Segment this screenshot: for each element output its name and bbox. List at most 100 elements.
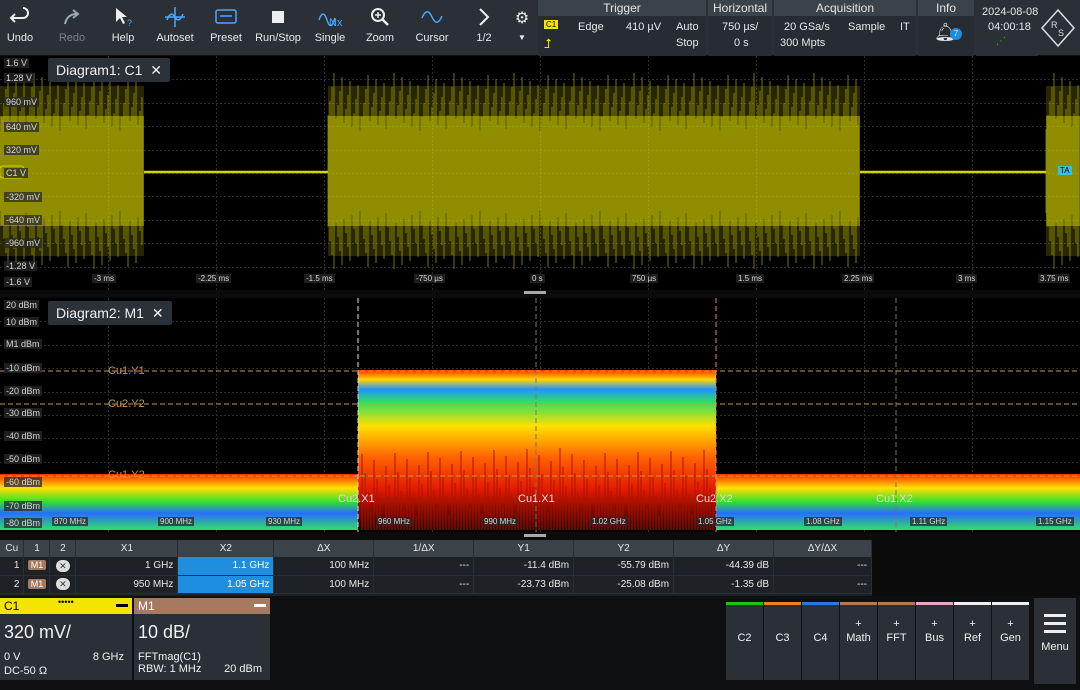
splitter-handle[interactable] (524, 534, 546, 537)
source-badge: M1 (27, 578, 47, 589)
plus-icon: + (969, 618, 976, 630)
button-label: Gen (1000, 632, 1021, 644)
time-text: 04:00:18 (988, 21, 1031, 33)
trigger-mode: Auto (676, 21, 699, 33)
zoom-button[interactable]: Zoom (356, 0, 404, 56)
cell-source2[interactable]: ✕ (49, 557, 77, 576)
cell-source[interactable]: M1 (23, 557, 51, 576)
col-dy-dx: ΔY/ΔX (773, 540, 872, 557)
channel-m1-rbw: RBW: 1 MHz (138, 663, 202, 675)
minimize-icon[interactable] (116, 604, 128, 607)
redo-button[interactable]: Redo (48, 0, 96, 56)
horizontal-title: Horizontal (708, 0, 772, 16)
cell-source2[interactable]: ✕ (49, 575, 77, 594)
minimize-icon[interactable] (254, 604, 266, 607)
diagram1[interactable]: Diagram1: C1 ✕ 1.6 V 1.28 V 960 mV 640 mV 32… (0, 56, 1080, 290)
diagram2-xaxis-label: 1.15 GHz (1036, 517, 1074, 526)
network-icon: ⋰ (996, 36, 1006, 47)
cell-dy: -44.39 dB (673, 557, 774, 576)
sample-rate: 20 GSa/s (784, 21, 830, 33)
help-button[interactable]: ? Help (102, 0, 144, 56)
undo-button[interactable]: Undo (0, 0, 40, 56)
dropdown-icon: ▼ (518, 33, 526, 42)
diagram1-yaxis-label: C1 V (4, 168, 29, 178)
add-c2-button[interactable]: C2 (726, 602, 763, 680)
single-nx-icon: Nx (308, 0, 352, 32)
diagram1-xaxis-label: -3 ms (92, 274, 116, 283)
diagram2-xaxis-label: 1.02 GHz (590, 517, 628, 526)
add-math-button[interactable]: + Math (840, 602, 877, 680)
table-row[interactable]: 1 M1 ✕ 1 GHz 1.1 GHz 100 MHz --- -11.4 d… (0, 557, 872, 576)
diagram2-xaxis-label: 870 MHz (52, 517, 89, 526)
svg-text:?: ? (127, 18, 132, 28)
run-stop-button[interactable]: Run/Stop (252, 0, 304, 56)
splitter-handle[interactable] (524, 291, 546, 294)
diagram1-grid (0, 56, 1080, 290)
cursor2-x1-label[interactable]: Cu2.X1 (336, 493, 377, 505)
channel-c1-box[interactable]: C1 ••••• 320 mV/ 0 V 8 GHz DC-50 Ω (0, 597, 132, 680)
diagram2-xaxis-label: 900 MHz (158, 517, 195, 526)
channel-c1-coupling: DC-50 Ω (4, 665, 48, 677)
diagram2-yaxis-label: -30 dBm (4, 408, 43, 418)
cursor1-y2-label[interactable]: Cu1.Y2 (106, 469, 147, 481)
close-icon[interactable]: ✕ (152, 305, 164, 321)
add-c4-button[interactable]: C4 (802, 602, 839, 680)
info-panel[interactable]: Info 🔔︎ 7 (918, 0, 974, 56)
diagram2[interactable]: Diagram2: M1 ✕ 20 dBm 10 dBm M1 dBm -10 dBm… (0, 298, 1080, 532)
undo-icon (0, 0, 40, 32)
page-next-button[interactable]: 1/2 (462, 0, 506, 56)
color-bar (992, 602, 1029, 605)
diagram1-yaxis-label: -320 mV (4, 192, 43, 202)
cell-y2: -25.08 dBm (573, 575, 675, 594)
color-bar (802, 602, 839, 605)
diagram1-xaxis-label: -1.5 ms (304, 274, 335, 283)
diagram2-yaxis-label: -70 dBm (4, 501, 43, 511)
diagram1-tab[interactable]: Diagram1: C1 ✕ (48, 58, 170, 82)
single-button[interactable]: Nx Single (308, 0, 352, 56)
cell-x2[interactable]: 1.05 GHz (177, 575, 275, 594)
col-dy: ΔY (673, 540, 774, 557)
channel-m1-ref: 20 dBm (224, 663, 262, 675)
plus-icon: + (1007, 618, 1014, 630)
cursor2-x2-label[interactable]: Cu2.X2 (694, 493, 735, 505)
channel-m1-row: RBW: 1 MHz 20 dBm (134, 663, 270, 677)
add-bus-button[interactable]: + Bus (916, 602, 953, 680)
diagram1-xaxis-label: 2.25 ms (842, 274, 875, 283)
cursor1-x2-label[interactable]: Cu1.X2 (874, 493, 915, 505)
trigger-panel[interactable]: Trigger C1 ⮥ Edge 410 µV Auto Stop (538, 0, 706, 56)
preset-button[interactable]: Preset (204, 0, 248, 56)
table-row[interactable]: 2 M1 ✕ 950 MHz 1.05 GHz 100 MHz --- -23.… (0, 575, 872, 594)
cell-source[interactable]: M1 (23, 575, 51, 594)
settings-button[interactable]: ⚙ ▼ (510, 0, 534, 56)
diagram1-yaxis-label: -1.6 V (4, 277, 33, 287)
add-fft-button[interactable]: + FFT (878, 602, 915, 680)
diagram1-yaxis-label: 640 mV (4, 122, 40, 132)
trigger-level-marker[interactable]: TA (1058, 166, 1072, 175)
redo-icon (48, 0, 96, 32)
color-bar (916, 602, 953, 605)
diagram2-yaxis-label: 20 dBm (4, 300, 40, 310)
diagram2-tab[interactable]: Diagram2: M1 ✕ (48, 301, 172, 325)
menu-button[interactable]: Menu (1034, 598, 1076, 684)
channel-m1-box[interactable]: M1 10 dB/ FFTmag(C1) RBW: 1 MHz 20 dBm (134, 598, 270, 680)
cursor1-x1-label[interactable]: Cu1.X1 (516, 493, 557, 505)
acquisition-title: Acquisition (774, 0, 916, 16)
add-gen-button[interactable]: + Gen (992, 602, 1029, 680)
cursor2-y2-label[interactable]: Cu2.Y2 (106, 398, 147, 410)
datetime-panel: 2024-08-08 04:00:18 ⋰ (976, 0, 1038, 56)
preset-icon (204, 0, 248, 32)
autoset-icon (150, 0, 200, 32)
add-c3-button[interactable]: C3 (764, 602, 801, 680)
cursor1-y1-label[interactable]: Cu1.Y1 (106, 365, 147, 377)
diagram1-yaxis-label: 1.28 V (4, 73, 35, 83)
horizontal-panel[interactable]: Horizontal 750 µs/ 0 s (708, 0, 772, 56)
cell-x2[interactable]: 1.1 GHz (177, 557, 275, 576)
acquisition-panel[interactable]: Acquisition 20 GSa/s Sample IT 300 Mpts (774, 0, 916, 56)
autoset-button[interactable]: Autoset (150, 0, 200, 56)
channel-c1-header: C1 ••••• (0, 597, 132, 614)
close-icon[interactable]: ✕ (150, 62, 162, 78)
cursor-button[interactable]: Cursor (408, 0, 456, 56)
diagram2-yaxis-label: -40 dBm (4, 431, 43, 441)
add-ref-button[interactable]: + Ref (954, 602, 991, 680)
diagram1-yaxis-label: -1.28 V (4, 261, 38, 271)
